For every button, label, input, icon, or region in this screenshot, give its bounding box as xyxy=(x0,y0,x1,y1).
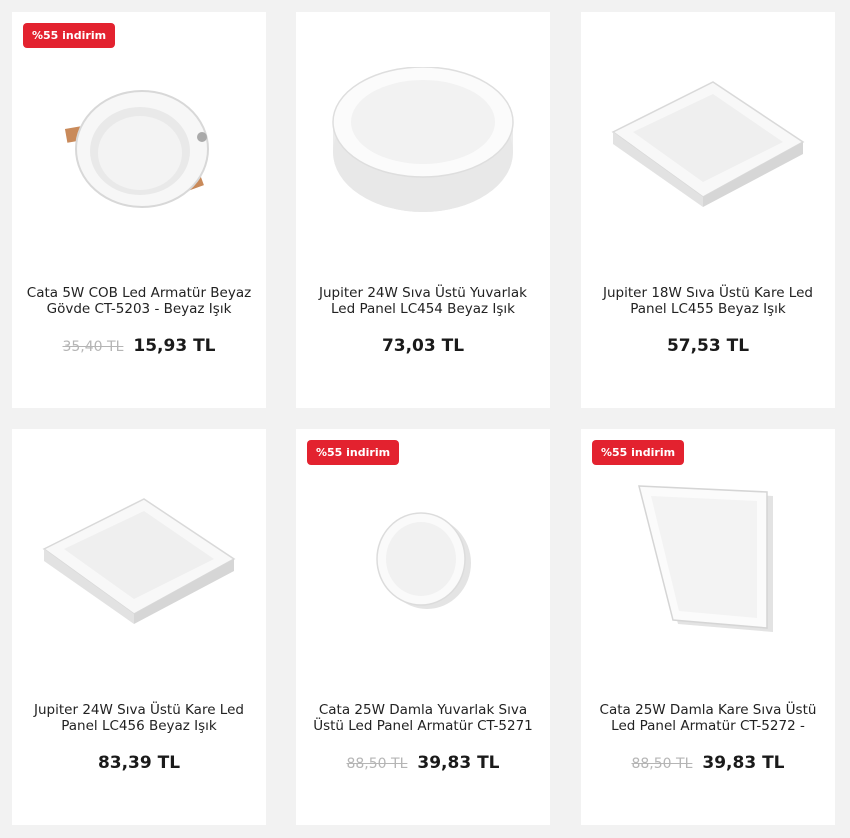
product-image[interactable] xyxy=(598,52,818,232)
product-card[interactable]: %55 indirim Cata 5W COB Led Armatür Beya… xyxy=(12,12,266,408)
product-image[interactable] xyxy=(29,52,249,232)
square-surface-panel-icon xyxy=(611,81,805,207)
product-image[interactable] xyxy=(313,469,533,649)
current-price: 15,93 TL xyxy=(133,336,216,356)
discount-badge: %55 indirim xyxy=(592,440,685,465)
product-card[interactable]: Jupiter 18W Sıva Üstü Kare Led Panel LC4… xyxy=(581,12,835,408)
square-surface-panel-icon xyxy=(42,498,236,624)
price-row: 35,40 TL 15,93 TL xyxy=(12,336,266,356)
discount-badge: %55 indirim xyxy=(23,23,116,48)
old-price: 88,50 TL xyxy=(631,756,693,772)
round-recessed-downlight-icon xyxy=(64,90,209,208)
product-title[interactable]: Jupiter 18W Sıva Üstü Kare Led Panel LC4… xyxy=(595,285,821,317)
old-price: 88,50 TL xyxy=(346,756,408,772)
round-surface-panel-icon xyxy=(332,67,514,212)
old-price: 35,40 TL xyxy=(62,339,124,355)
product-grid: %55 indirim Cata 5W COB Led Armatür Beya… xyxy=(0,0,850,838)
product-card[interactable]: %55 indirim Cata 25W Damla Yuvarlak Sıva… xyxy=(296,429,550,825)
square-flat-panel-icon xyxy=(638,485,773,632)
product-card[interactable]: %55 indirim Cata 25W Damla Kare Sıva Üst… xyxy=(581,429,835,825)
price-row: 57,53 TL xyxy=(581,336,835,356)
current-price: 39,83 TL xyxy=(702,753,785,773)
product-image[interactable] xyxy=(29,469,249,649)
current-price: 83,39 TL xyxy=(97,753,181,773)
product-title[interactable]: Jupiter 24W Sıva Üstü Kare Led Panel LC4… xyxy=(26,702,252,734)
product-title[interactable]: Jupiter 24W Sıva Üstü Yuvarlak Led Panel… xyxy=(310,285,536,317)
round-small-panel-icon xyxy=(376,512,471,609)
price-row: 88,50 TL 39,83 TL xyxy=(296,753,550,773)
product-card[interactable]: Jupiter 24W Sıva Üstü Kare Led Panel LC4… xyxy=(12,429,266,825)
product-title[interactable]: Cata 5W COB Led Armatür Beyaz Gövde CT-5… xyxy=(26,285,252,317)
current-price: 73,03 TL xyxy=(381,336,465,356)
price-row: 83,39 TL xyxy=(12,753,266,773)
product-card[interactable]: Jupiter 24W Sıva Üstü Yuvarlak Led Panel… xyxy=(296,12,550,408)
current-price: 57,53 TL xyxy=(666,336,750,356)
discount-badge: %55 indirim xyxy=(307,440,400,465)
price-row: 88,50 TL 39,83 TL xyxy=(581,753,835,773)
current-price: 39,83 TL xyxy=(417,753,500,773)
product-title[interactable]: Cata 25W Damla Kare Sıva Üstü Led Panel … xyxy=(595,702,821,734)
product-image[interactable] xyxy=(313,52,533,232)
price-row: 73,03 TL xyxy=(296,336,550,356)
product-image[interactable] xyxy=(598,469,818,649)
product-title[interactable]: Cata 25W Damla Yuvarlak Sıva Üstü Led Pa… xyxy=(310,702,536,734)
